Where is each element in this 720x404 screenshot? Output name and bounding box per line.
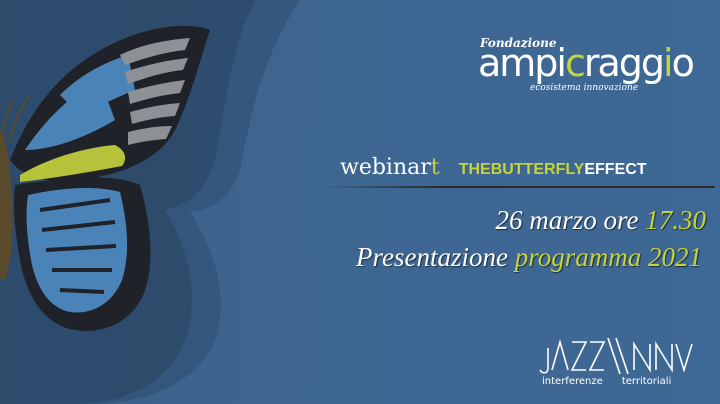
- webinar-banner: Fondazione ampicraggio ecosistema innova…: [0, 0, 720, 404]
- divider-line: [320, 186, 715, 188]
- fondazione-ampiraggio-logo: Fondazione ampicraggio ecosistema innova…: [478, 36, 708, 106]
- event-date: 26 marzo ore 17.30: [495, 205, 706, 235]
- logo-tagline: ecosistema innovazione: [530, 83, 639, 93]
- butterfly-effect-title: THEBUTTERFLYEFFECT: [458, 161, 647, 178]
- butterfly-illustration: [0, 0, 300, 404]
- webinar-title-row: webinart THEBUTTERFLYEFFECT: [340, 155, 647, 185]
- jazz-caption: interferenze territoriali: [542, 376, 672, 387]
- event-presentation: Presentazione programma 2021: [356, 242, 702, 272]
- logo-wordmark: ampicraggio: [478, 41, 695, 85]
- webinar-label: webinart: [340, 155, 440, 180]
